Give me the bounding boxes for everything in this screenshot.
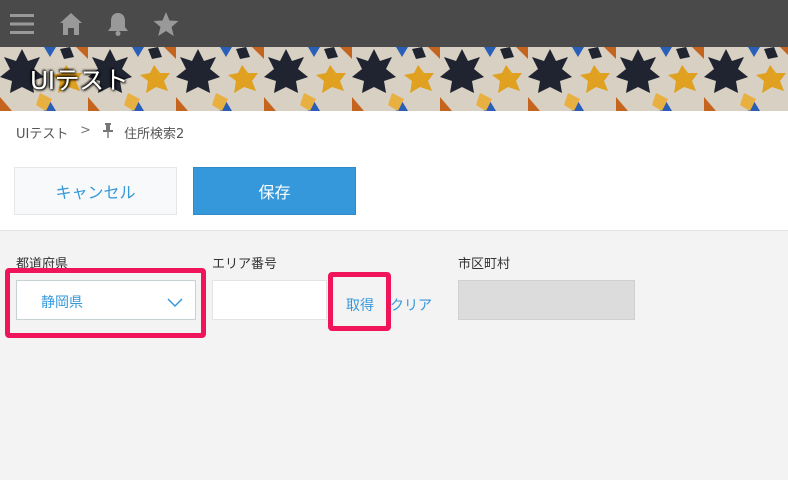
pin-icon — [102, 123, 114, 138]
menu-icon[interactable] — [8, 10, 36, 38]
app-title: UIテスト — [30, 66, 129, 95]
breadcrumb-current-page: 住所検索2 — [124, 127, 185, 142]
home-icon[interactable] — [57, 10, 85, 38]
get-button[interactable]: 取得 — [346, 295, 374, 315]
breadcrumb-separator: > — [80, 123, 91, 138]
clear-button[interactable]: クリア — [390, 295, 432, 315]
area-code-input[interactable] — [212, 280, 327, 320]
prefecture-select[interactable]: 静岡県 — [16, 280, 196, 320]
city-label: 市区町村 — [458, 257, 511, 272]
prefecture-selected-value: 静岡県 — [41, 295, 83, 311]
bell-icon[interactable] — [104, 10, 132, 38]
breadcrumb-app-link[interactable]: UIテスト — [16, 123, 68, 142]
area-code-label: エリア番号 — [212, 257, 278, 272]
app-banner: UIテスト — [0, 47, 788, 111]
cancel-button[interactable]: キャンセル — [14, 167, 177, 215]
action-bar: キャンセル 保存 — [0, 151, 788, 231]
top-toolbar — [0, 0, 788, 47]
breadcrumb: UIテスト > 住所検索2 — [0, 111, 788, 151]
save-button[interactable]: 保存 — [193, 167, 356, 215]
chevron-down-icon — [167, 293, 183, 308]
city-field — [458, 280, 635, 320]
star-icon[interactable] — [152, 10, 180, 38]
